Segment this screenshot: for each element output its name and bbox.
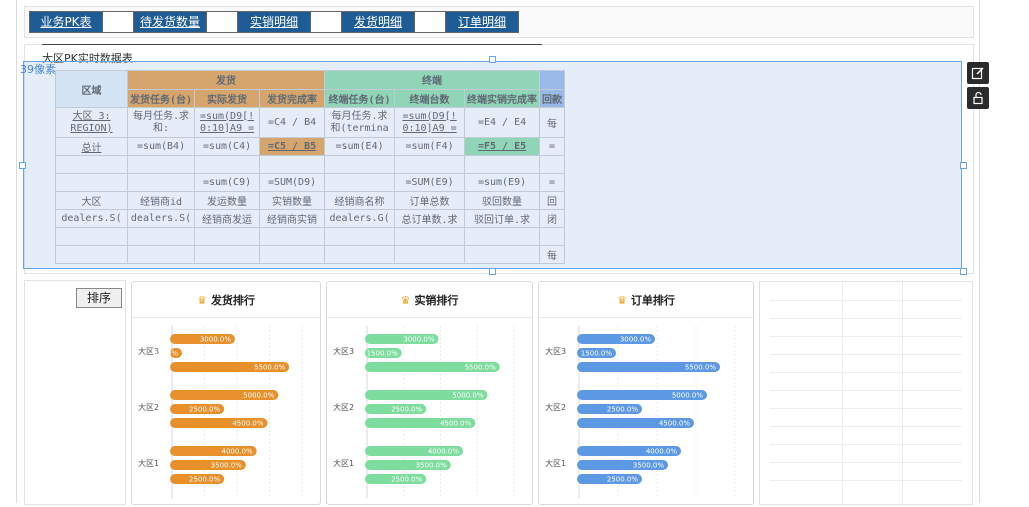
chart-title: ♛ 订单排行: [617, 294, 675, 307]
chart-sales: 大区3 3000.0% 1500.0% 5500.0% 大区2 5000.0% 2500.0…: [333, 326, 515, 498]
tab-gap: [103, 12, 134, 32]
bar-value-label: 3000.0%: [200, 336, 231, 344]
category-label: 大区2: [333, 402, 354, 412]
bar-value-label: 2500.0%: [607, 476, 638, 484]
chart-delivery: 大区33000.0%500.0%5500.0%大区25000.0%2500.0%…: [138, 326, 303, 498]
resize-handle[interactable]: [960, 162, 967, 169]
tab-gap: [415, 12, 446, 32]
bar-value-label: 2500.0%: [391, 406, 422, 414]
resize-handle[interactable]: [489, 268, 496, 275]
bar-value-label: 5000.0%: [672, 392, 703, 400]
edit-icon[interactable]: [967, 62, 989, 84]
category-label: 大区1: [545, 458, 566, 468]
bar-value-label: 5000.0%: [452, 392, 483, 400]
bar-value-label: 3000.0%: [403, 336, 434, 344]
unlock-icon[interactable]: [967, 87, 989, 109]
category-label: 大区2: [545, 402, 566, 412]
category-label: 大区2: [138, 402, 159, 412]
bar-value-label: 4000.0%: [428, 448, 459, 456]
bar-value-label: 3500.0%: [633, 462, 664, 470]
bar-value-label: 4000.0%: [646, 448, 677, 456]
chart-orders: 大区3 3000.0% 1500.0% 5500.0% 大区2 5000.0% 2500.0…: [545, 326, 736, 498]
category-label: 大区1: [138, 458, 159, 468]
bar-value-label: 4000.0%: [222, 448, 253, 456]
bar-value-label: 4500.0%: [659, 420, 690, 428]
bar-value-label: 2500.0%: [189, 476, 220, 484]
category-label: 大区1: [333, 458, 354, 468]
resize-handle[interactable]: [960, 268, 967, 275]
bar-value-label: 1500.0%: [581, 350, 612, 358]
tab-business-pk[interactable]: 业务PK表: [30, 12, 103, 32]
chart-title: ♛ 实销排行: [400, 294, 459, 307]
bar-value-label: 2500.0%: [607, 406, 638, 414]
trophy-icon: ♛: [617, 294, 627, 307]
size-label: 39像素: [20, 63, 56, 76]
tab-row: 业务PK表 待发货数量 实销明细 发货明细 订单明细: [29, 11, 519, 33]
tab-gap: [311, 12, 342, 32]
sort-button[interactable]: 排序: [76, 288, 122, 308]
resize-handle[interactable]: [489, 56, 496, 63]
chart-title: ♛ 发货排行: [197, 294, 255, 307]
bar-value-label: 2500.0%: [391, 476, 422, 484]
tab-order-detail[interactable]: 订单明细: [446, 12, 518, 32]
bar-value-label: 5500.0%: [465, 364, 496, 372]
tab-gap: [207, 12, 238, 32]
trophy-icon: ♛: [197, 294, 207, 307]
bar-value-label: 4500.0%: [232, 420, 263, 428]
resize-handle[interactable]: [19, 162, 26, 169]
tab-delivery-detail[interactable]: 发货明细: [342, 12, 415, 32]
category-label: 大区3: [545, 346, 566, 356]
bar-value-label: 3500.0%: [416, 462, 447, 470]
bar-value-label: 500.0%: [151, 350, 178, 358]
bar-value-label: 5500.0%: [254, 364, 285, 372]
chart-card-delivery: ♛ 发货排行 大区3 3000.0% 500.0% 5500.0% 大区2 5000.0% 2…: [131, 281, 321, 505]
bar-value-label: 3000.0%: [620, 336, 651, 344]
chart-card-orders: ♛ 订单排行 大区3 3000.0% 1500.0% 5500.0% 大区2 5000.0%…: [538, 281, 754, 505]
bar-value-label: 2500.0%: [189, 406, 220, 414]
bar-value-label: 5000.0%: [243, 392, 274, 400]
chart-card-sales: ♛ 实销排行 大区3 3000.0% 1500.0% 5500.0% 大区2 5000.0%…: [326, 281, 533, 505]
bar-value-label: 3500.0%: [211, 462, 242, 470]
empty-grid-panel: [759, 281, 973, 505]
tab-sales-detail[interactable]: 实销明细: [238, 12, 311, 32]
trophy-icon: ♛: [400, 294, 411, 307]
sort-panel: [24, 280, 126, 505]
bar-value-label: 4500.0%: [440, 420, 471, 428]
bar-value-label: 1500.0%: [367, 350, 398, 358]
selection-overlay[interactable]: [23, 61, 962, 269]
bar-value-label: 5500.0%: [685, 364, 716, 372]
category-label: 大区3: [333, 346, 354, 356]
tab-pending-delivery[interactable]: 待发货数量: [134, 12, 207, 32]
